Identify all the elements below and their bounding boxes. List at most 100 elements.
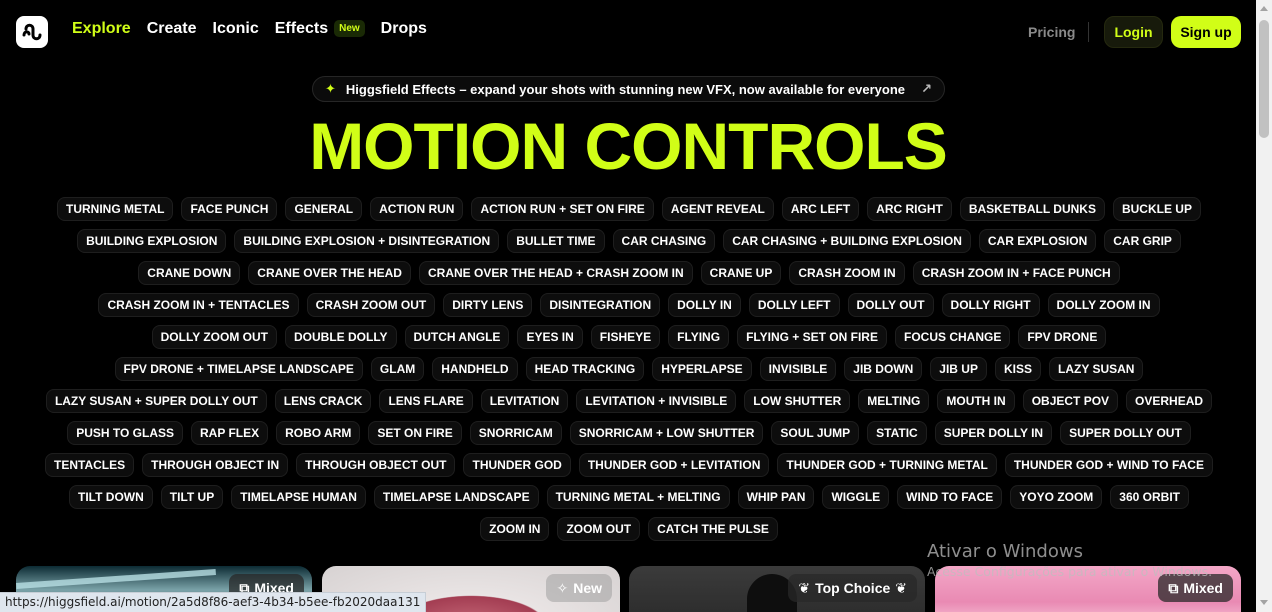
- motion-tag[interactable]: HANDHELD: [432, 357, 518, 381]
- motion-tag[interactable]: THUNDER GOD + LEVITATION: [578, 453, 770, 477]
- motion-tag[interactable]: CRANE UP: [700, 261, 782, 285]
- motion-tag[interactable]: BUILDING EXPLOSION + DISINTEGRATION: [234, 229, 500, 253]
- motion-tag[interactable]: SUPER DOLLY IN: [934, 421, 1053, 445]
- motion-tag[interactable]: OBJECT POV: [1022, 389, 1119, 413]
- motion-tag[interactable]: MOUTH IN: [937, 389, 1015, 413]
- motion-tag[interactable]: WHIP PAN: [737, 485, 815, 509]
- motion-tag[interactable]: LENS FLARE: [379, 389, 473, 413]
- nav-create[interactable]: Create: [147, 20, 197, 38]
- scrollbar-thumb[interactable]: [1259, 20, 1269, 138]
- motion-tag[interactable]: SET ON FIRE: [368, 421, 462, 445]
- motion-card[interactable]: ❦ Top Choice ❦: [629, 566, 925, 612]
- motion-tag[interactable]: ACTION RUN: [370, 197, 464, 221]
- motion-tag[interactable]: THUNDER GOD: [463, 453, 571, 477]
- motion-tag[interactable]: DOLLY ZOOM OUT: [151, 325, 277, 349]
- motion-tag[interactable]: TENTACLES: [45, 453, 135, 477]
- motion-tag[interactable]: CRASH ZOOM OUT: [306, 293, 436, 317]
- motion-tag[interactable]: CAR EXPLOSION: [978, 229, 1097, 253]
- motion-tag[interactable]: JIB UP: [930, 357, 987, 381]
- motion-tag[interactable]: DIRTY LENS: [443, 293, 533, 317]
- nav-iconic[interactable]: Iconic: [213, 20, 259, 38]
- motion-tag[interactable]: INVISIBLE: [759, 357, 837, 381]
- motion-tag[interactable]: LOW SHUTTER: [744, 389, 851, 413]
- motion-tag[interactable]: BASKETBALL DUNKS: [959, 197, 1105, 221]
- motion-tag[interactable]: OVERHEAD: [1126, 389, 1213, 413]
- motion-tag[interactable]: DOLLY OUT: [847, 293, 934, 317]
- motion-tag[interactable]: 360 ORBIT: [1110, 485, 1189, 509]
- motion-tag[interactable]: SOUL JUMP: [771, 421, 860, 445]
- motion-tag[interactable]: WIGGLE: [822, 485, 890, 509]
- motion-tag[interactable]: THUNDER GOD + TURNING METAL: [777, 453, 997, 477]
- motion-tag[interactable]: SUPER DOLLY OUT: [1060, 421, 1191, 445]
- motion-tag[interactable]: MELTING: [858, 389, 930, 413]
- nav-effects[interactable]: Effects New: [275, 20, 365, 38]
- signup-button[interactable]: Sign up: [1171, 16, 1241, 48]
- motion-tag[interactable]: DOLLY IN: [668, 293, 741, 317]
- motion-tag[interactable]: FLYING: [668, 325, 730, 349]
- motion-tag[interactable]: BUILDING EXPLOSION: [77, 229, 227, 253]
- motion-tag[interactable]: BUCKLE UP: [1112, 197, 1201, 221]
- motion-tag[interactable]: FPV DRONE: [1018, 325, 1107, 349]
- motion-tag[interactable]: ZOOM IN: [480, 517, 550, 541]
- motion-tag[interactable]: STATIC: [867, 421, 927, 445]
- motion-tag[interactable]: HEAD TRACKING: [525, 357, 645, 381]
- motion-tag[interactable]: JIB DOWN: [844, 357, 923, 381]
- motion-tag[interactable]: LAZY SUSAN + SUPER DOLLY OUT: [45, 389, 267, 413]
- motion-tag[interactable]: CRANE OVER THE HEAD: [248, 261, 411, 285]
- motion-tag[interactable]: CRASH ZOOM IN + FACE PUNCH: [912, 261, 1120, 285]
- motion-tag[interactable]: FACE PUNCH: [181, 197, 278, 221]
- motion-tag[interactable]: PUSH TO GLASS: [67, 421, 184, 445]
- motion-tag[interactable]: CRANE OVER THE HEAD + CRASH ZOOM IN: [418, 261, 693, 285]
- motion-tag[interactable]: TURNING METAL + MELTING: [546, 485, 730, 509]
- motion-tag[interactable]: CRASH ZOOM IN + TENTACLES: [98, 293, 299, 317]
- motion-tag[interactable]: DOLLY RIGHT: [941, 293, 1040, 317]
- motion-tag[interactable]: ARC LEFT: [781, 197, 860, 221]
- motion-tag[interactable]: TIMELAPSE LANDSCAPE: [373, 485, 539, 509]
- motion-tag[interactable]: DOUBLE DOLLY: [284, 325, 397, 349]
- motion-tag[interactable]: CAR CHASING: [612, 229, 716, 253]
- motion-tag[interactable]: AGENT REVEAL: [661, 197, 774, 221]
- motion-tag[interactable]: DUTCH ANGLE: [404, 325, 510, 349]
- motion-tag[interactable]: FLYING + SET ON FIRE: [737, 325, 887, 349]
- motion-tag[interactable]: HYPERLAPSE: [652, 357, 752, 381]
- motion-tag[interactable]: GLAM: [370, 357, 425, 381]
- motion-tag[interactable]: ROBO ARM: [276, 421, 361, 445]
- higgsfield-logo-icon[interactable]: [16, 16, 48, 48]
- motion-tag[interactable]: DOLLY ZOOM IN: [1047, 293, 1160, 317]
- motion-tag[interactable]: TURNING METAL: [57, 197, 174, 221]
- motion-tag[interactable]: CAR GRIP: [1104, 229, 1181, 253]
- motion-tag[interactable]: FISHEYE: [590, 325, 661, 349]
- motion-tag[interactable]: CRASH ZOOM IN: [789, 261, 905, 285]
- motion-tag[interactable]: EYES IN: [517, 325, 583, 349]
- motion-tag[interactable]: THROUGH OBJECT OUT: [296, 453, 456, 477]
- motion-tag[interactable]: KISS: [994, 357, 1041, 381]
- motion-tag[interactable]: CAR CHASING + BUILDING EXPLOSION: [723, 229, 971, 253]
- motion-tag[interactable]: THROUGH OBJECT IN: [142, 453, 289, 477]
- nav-pricing[interactable]: Pricing: [1028, 24, 1075, 40]
- motion-tag[interactable]: LENS CRACK: [274, 389, 372, 413]
- motion-tag[interactable]: DISINTEGRATION: [540, 293, 661, 317]
- motion-tag[interactable]: RAP FLEX: [191, 421, 269, 445]
- nav-explore[interactable]: Explore: [72, 20, 131, 38]
- motion-tag[interactable]: TILT DOWN: [69, 485, 153, 509]
- announcement-banner[interactable]: ✦ Higgsfield Effects – expand your shots…: [312, 76, 945, 102]
- nav-drops[interactable]: Drops: [381, 20, 427, 38]
- motion-tag[interactable]: ACTION RUN + SET ON FIRE: [471, 197, 654, 221]
- motion-tag[interactable]: LEVITATION + INVISIBLE: [576, 389, 737, 413]
- scroll-up-icon[interactable]: [1260, 6, 1268, 11]
- motion-tag[interactable]: BULLET TIME: [507, 229, 605, 253]
- motion-tag[interactable]: ARC RIGHT: [867, 197, 952, 221]
- motion-tag[interactable]: SNORRICAM: [469, 421, 562, 445]
- motion-tag[interactable]: TILT UP: [160, 485, 224, 509]
- motion-tag[interactable]: GENERAL: [285, 197, 363, 221]
- motion-tag[interactable]: CRANE DOWN: [138, 261, 241, 285]
- motion-tag[interactable]: YOYO ZOOM: [1010, 485, 1103, 509]
- motion-tag[interactable]: FPV DRONE + TIMELAPSE LANDSCAPE: [114, 357, 363, 381]
- motion-tag[interactable]: FOCUS CHANGE: [894, 325, 1011, 349]
- login-button[interactable]: Login: [1104, 16, 1163, 48]
- motion-tag[interactable]: WIND TO FACE: [897, 485, 1003, 509]
- motion-tag[interactable]: THUNDER GOD + WIND TO FACE: [1004, 453, 1213, 477]
- motion-tag[interactable]: ZOOM OUT: [557, 517, 641, 541]
- motion-tag[interactable]: DOLLY LEFT: [748, 293, 840, 317]
- motion-tag[interactable]: LEVITATION: [480, 389, 569, 413]
